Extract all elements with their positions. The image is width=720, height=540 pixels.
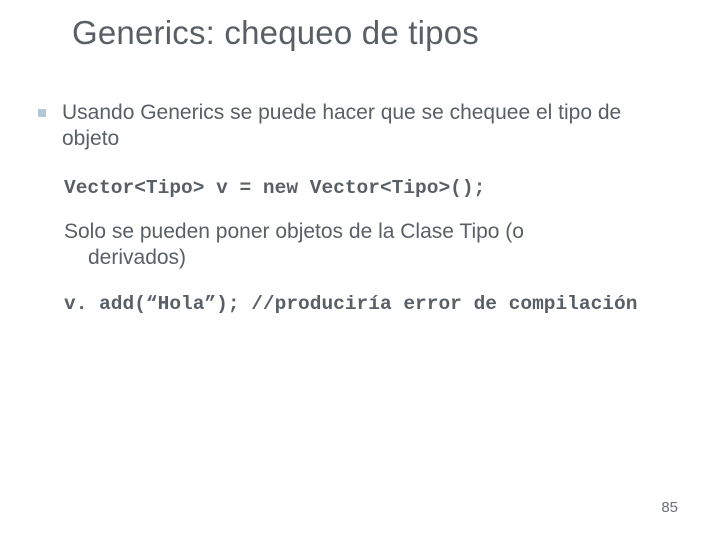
paragraph-2-line1: Solo se pueden poner objetos de la Clase… — [64, 220, 524, 243]
paragraph-2: Solo se pueden poner objetos de la Clase… — [64, 219, 654, 272]
slide-body: Usando Generics se puede hacer que se ch… — [38, 100, 690, 335]
code-line-2: v. add(“Hola”); //produciría error de co… — [64, 293, 690, 315]
square-bullet-icon — [38, 109, 46, 117]
slide: Generics: chequeo de tipos Usando Generi… — [0, 0, 720, 540]
slide-title: Generics: chequeo de tipos — [72, 14, 479, 52]
bullet-text-1: Usando Generics se puede hacer que se ch… — [62, 100, 672, 153]
paragraph-2-line2: derivados) — [88, 246, 186, 269]
code-line-1: Vector<Tipo> v = new Vector<Tipo>(); — [64, 177, 690, 199]
bullet-item-1: Usando Generics se puede hacer que se ch… — [38, 100, 690, 153]
page-number: 85 — [661, 499, 678, 516]
